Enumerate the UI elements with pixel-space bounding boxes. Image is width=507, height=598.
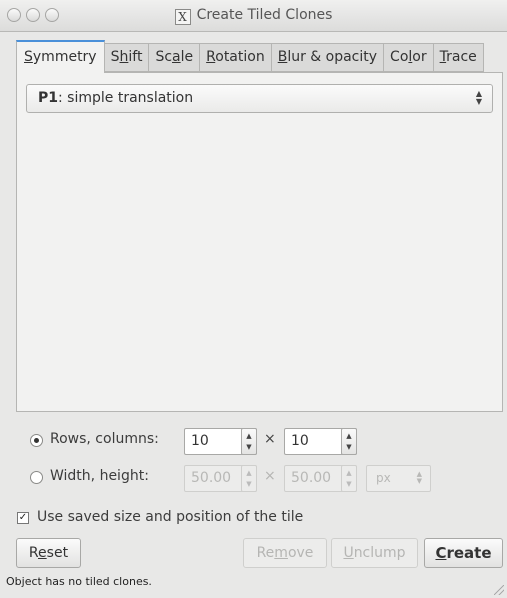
width-stepper[interactable]: ▲ ▼ [241, 465, 257, 492]
height-stepper[interactable]: ▲ ▼ [341, 465, 357, 492]
tab-blur-opacity[interactable]: Blur & opacity [271, 43, 385, 72]
x11-icon: X [174, 9, 191, 25]
create-button[interactable]: Create [424, 538, 503, 568]
symmetry-panel: P1: simple translation ▲ ▼ [16, 72, 503, 412]
remove-button[interactable]: Remove [243, 538, 327, 568]
rows-stepper[interactable]: ▲ ▼ [241, 428, 257, 455]
symmetry-select[interactable]: P1: simple translation ▲ ▼ [26, 84, 493, 113]
width-value: 50.00 [191, 470, 232, 486]
unclump-button[interactable]: Unclump [331, 538, 418, 568]
use-saved-checkbox[interactable]: ✓ [17, 512, 29, 524]
window-title: Create Tiled Clones [196, 7, 333, 23]
window-title-area: X Create Tiled Clones [0, 7, 507, 25]
tab-label: ymmetry [32, 49, 97, 65]
step-down-icon: ▼ [346, 443, 352, 451]
times-symbol: × [264, 468, 276, 484]
step-down-icon: ▼ [246, 443, 252, 451]
tab-rotation[interactable]: Rotation [200, 43, 272, 72]
chevron-updown-icon: ▲ ▼ [416, 470, 422, 485]
columns-stepper[interactable]: ▲ ▼ [341, 428, 357, 455]
rows-columns-label: Rows, columns: [50, 431, 159, 447]
width-height-label: Width, height: [50, 468, 149, 484]
rows-columns-radio[interactable] [30, 434, 43, 447]
tab-bar: Symmetry Shift Scale Rotation Blur & opa… [16, 40, 484, 73]
tab-symmetry[interactable]: Symmetry [16, 40, 105, 73]
width-input[interactable]: 50.00 ▲ ▼ [184, 465, 257, 492]
use-saved-label: Use saved size and position of the tile [37, 509, 304, 525]
step-down-icon: ▼ [346, 480, 352, 488]
status-text: Object has no tiled clones. [6, 575, 152, 588]
height-input[interactable]: 50.00 ▲ ▼ [284, 465, 357, 492]
resize-grip-icon[interactable] [494, 585, 504, 595]
rows-input[interactable]: 10 ▲ ▼ [184, 428, 257, 455]
tab-trace[interactable]: Trace [433, 43, 484, 72]
tab-color[interactable]: Color [384, 43, 434, 72]
tab-shift[interactable]: Shift [104, 43, 150, 72]
symmetry-group-code: P1 [38, 90, 59, 106]
step-down-icon: ▼ [246, 480, 252, 488]
tab-scale[interactable]: Scale [149, 43, 201, 72]
title-bar: X Create Tiled Clones [0, 0, 507, 32]
step-up-icon: ▲ [246, 432, 252, 440]
times-symbol: × [264, 431, 276, 447]
unit-select[interactable]: px ▲ ▼ [366, 465, 431, 492]
columns-value: 10 [291, 433, 309, 449]
rows-value: 10 [191, 433, 209, 449]
width-height-radio[interactable] [30, 471, 43, 484]
step-up-icon: ▲ [346, 469, 352, 477]
columns-input[interactable]: 10 ▲ ▼ [284, 428, 357, 455]
step-up-icon: ▲ [246, 469, 252, 477]
reset-button[interactable]: Reset [16, 538, 81, 568]
chevron-updown-icon: ▲ ▼ [475, 89, 483, 106]
height-value: 50.00 [291, 470, 332, 486]
symmetry-group-name: : simple translation [58, 90, 194, 106]
tab-label-mnemonic: S [24, 49, 33, 65]
unit-value: px [376, 471, 391, 485]
step-up-icon: ▲ [346, 432, 352, 440]
